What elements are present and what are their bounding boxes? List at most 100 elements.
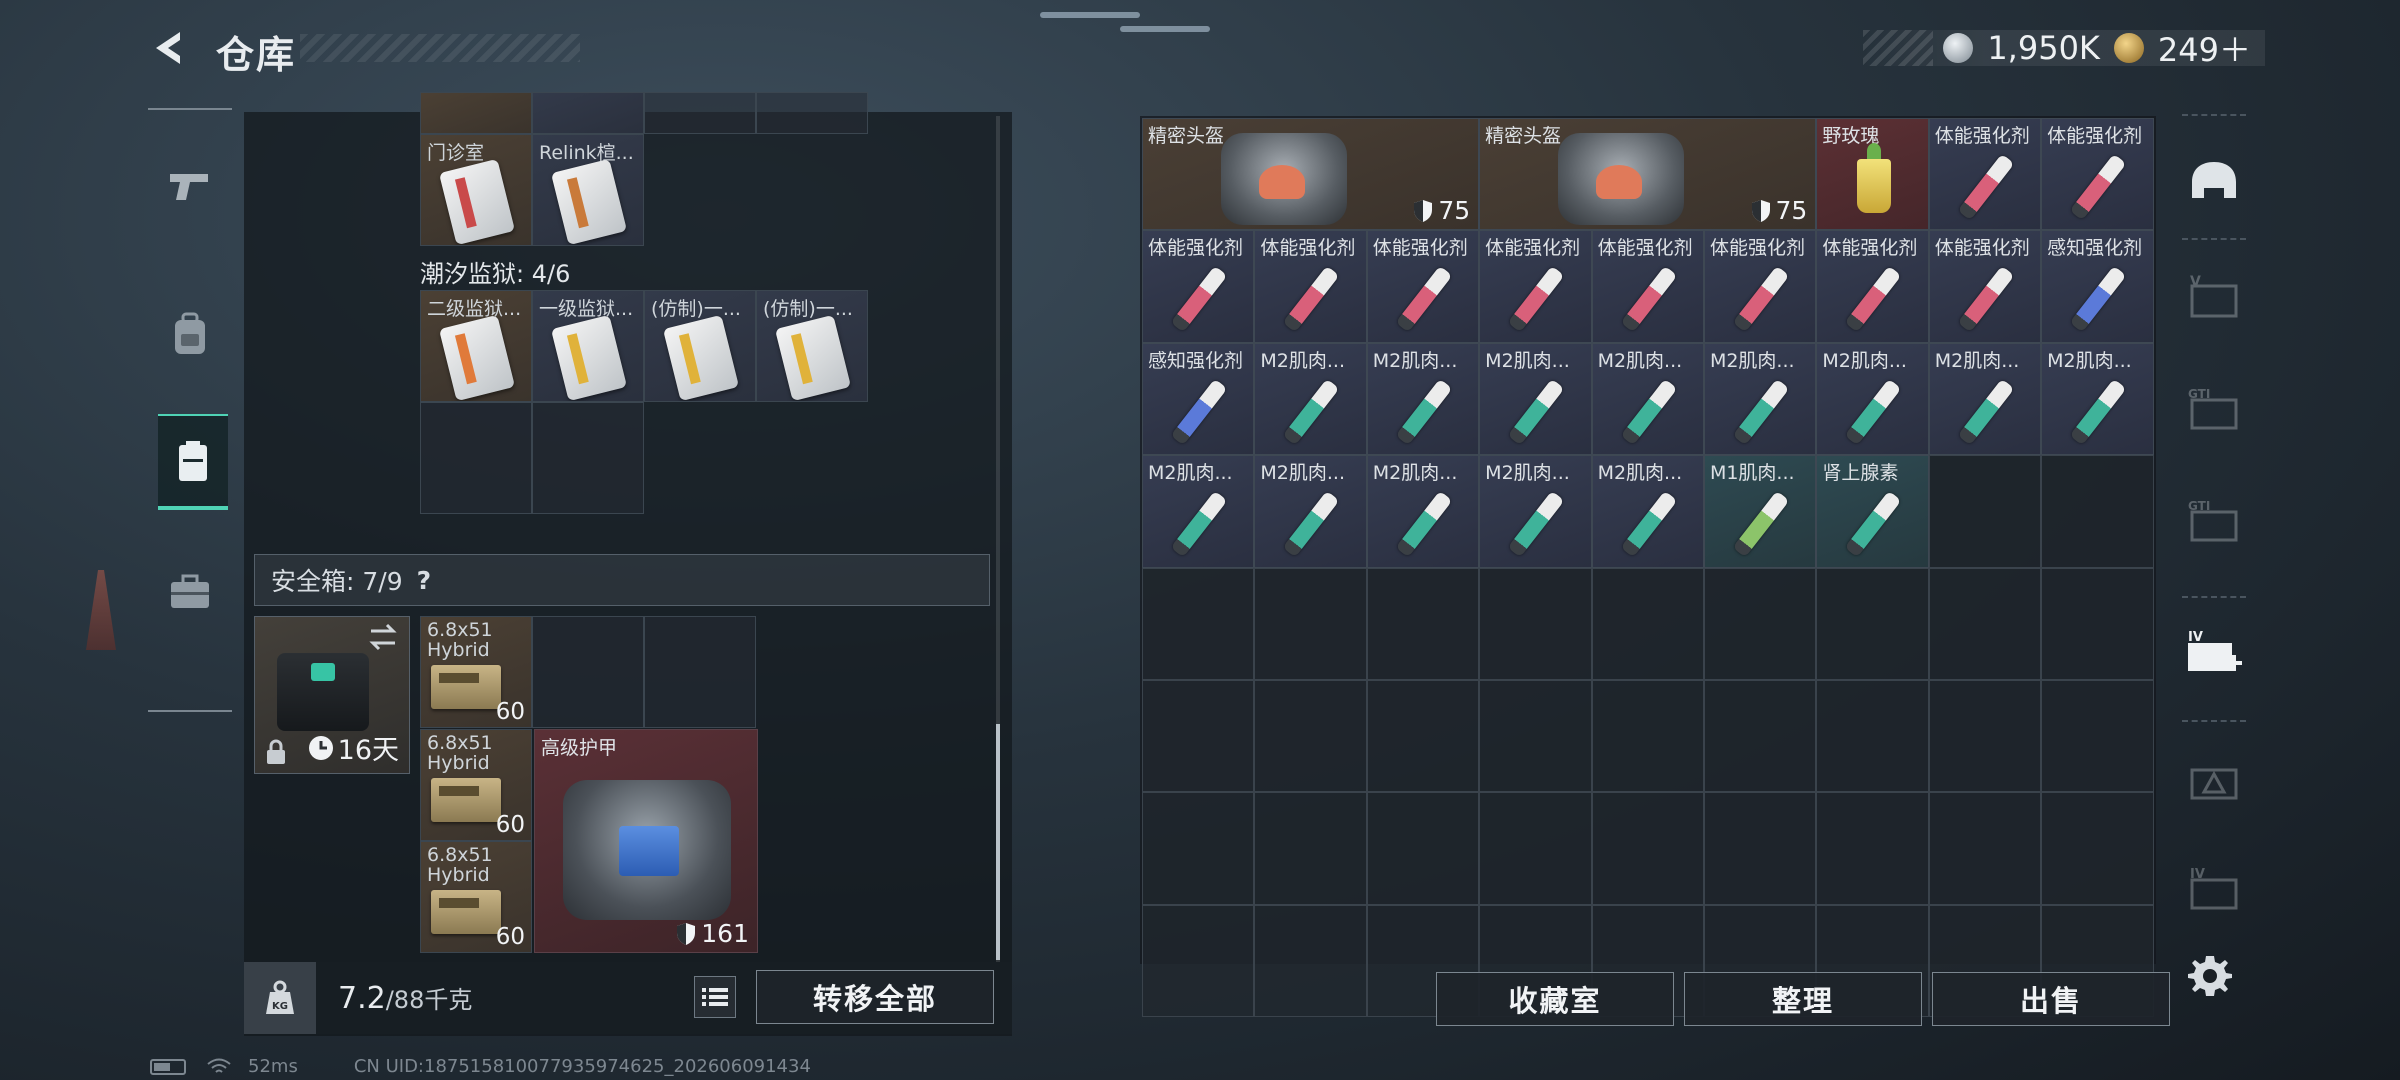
empty-slot[interactable] xyxy=(1816,792,1929,905)
rail-tab-iv[interactable]: IV xyxy=(2172,838,2256,942)
empty-slot[interactable] xyxy=(1479,792,1592,905)
keycard-slot[interactable]: (仿制)一... xyxy=(756,290,868,402)
sort-button[interactable]: 整理 xyxy=(1684,972,1922,1026)
empty-slot[interactable] xyxy=(532,616,644,728)
stash-item[interactable]: 体能强化剂 xyxy=(1928,230,2042,343)
stash-item[interactable]: 体能强化剂 xyxy=(1816,230,1929,343)
empty-slot[interactable] xyxy=(420,402,532,514)
empty-slot[interactable] xyxy=(1703,792,1817,905)
transfer-all-button[interactable]: 转移全部 xyxy=(756,970,994,1024)
empty-slot[interactable] xyxy=(2041,679,2154,793)
empty-slot[interactable] xyxy=(2041,567,2154,680)
stash-item[interactable]: M2肌肉... xyxy=(1591,455,1704,568)
stash-item[interactable]: M1肌肉... xyxy=(1703,455,1817,568)
empty-slot[interactable] xyxy=(1928,679,2042,793)
gold-balance[interactable]: 249＋ xyxy=(2158,25,2251,71)
stash-item[interactable]: M2肌肉... xyxy=(1816,342,1929,456)
stash-item[interactable]: M2肌肉... xyxy=(1479,455,1592,568)
empty-slot[interactable] xyxy=(1479,567,1592,680)
safe-box-container[interactable]: 16天 xyxy=(254,616,410,774)
keycard-slot[interactable]: (仿制)一... xyxy=(644,290,756,402)
stash-item[interactable]: M2肌肉... xyxy=(1142,455,1255,568)
keycard-slot[interactable]: 一级监狱... xyxy=(532,290,644,402)
item-slot[interactable] xyxy=(532,92,644,134)
rail-tab-helmet[interactable] xyxy=(2172,130,2256,234)
item-slot[interactable] xyxy=(420,92,532,134)
empty-slot[interactable] xyxy=(1479,679,1592,793)
empty-slot[interactable] xyxy=(1254,792,1367,905)
help-button[interactable]: ? xyxy=(417,566,432,595)
rail-tab-gti-2[interactable]: GTI xyxy=(2172,470,2256,574)
stash-item[interactable]: M2肌肉... xyxy=(1591,342,1704,456)
stash-item[interactable]: 体能强化剂 xyxy=(1591,230,1704,343)
empty-slot[interactable] xyxy=(1142,792,1255,905)
back-button[interactable] xyxy=(150,28,190,68)
empty-slot[interactable] xyxy=(1703,679,1817,793)
nav-item-backpack[interactable] xyxy=(148,286,232,382)
rail-tab-v[interactable]: V xyxy=(2172,246,2256,350)
collection-room-button[interactable]: 收藏室 xyxy=(1436,972,1674,1026)
stash-item[interactable]: 体能强化剂 xyxy=(1366,230,1480,343)
stash-item[interactable]: 野玫瑰 xyxy=(1816,118,1929,231)
nav-item-equipment[interactable] xyxy=(148,544,232,640)
empty-slot[interactable] xyxy=(1366,567,1480,680)
empty-slot[interactable] xyxy=(1142,904,1255,1018)
empty-slot[interactable] xyxy=(1254,567,1367,680)
keycard-slot[interactable]: 二级监狱... xyxy=(420,290,532,402)
empty-slot[interactable] xyxy=(1591,567,1704,680)
empty-slot[interactable] xyxy=(532,402,644,514)
stash-item[interactable]: M2肌肉... xyxy=(1928,342,2042,456)
empty-slot[interactable] xyxy=(1816,567,1929,680)
sell-button[interactable]: 出售 xyxy=(1932,972,2170,1026)
empty-slot[interactable] xyxy=(1928,792,2042,905)
keycard-slot[interactable]: 门诊室 xyxy=(420,134,532,246)
stash-item[interactable]: M2肌肉... xyxy=(2041,342,2154,456)
rail-tab-gti-3[interactable] xyxy=(2172,728,2256,832)
empty-slot[interactable] xyxy=(1254,679,1367,793)
ammo-slot[interactable]: 6.8x51 Hybrid 60 xyxy=(420,841,532,953)
empty-slot[interactable] xyxy=(1366,792,1480,905)
empty-slot[interactable] xyxy=(1928,567,2042,680)
empty-slot[interactable] xyxy=(1816,679,1929,793)
stash-item[interactable]: 体能强化剂 xyxy=(1479,230,1592,343)
ammo-slot[interactable]: 6.8x51 Hybrid 60 xyxy=(420,729,532,841)
rail-tab-iv-add[interactable]: IV xyxy=(2172,602,2256,706)
empty-slot[interactable] xyxy=(2041,455,2154,568)
stash-item[interactable]: 精密头盔 75 xyxy=(1479,118,1817,231)
stash-item[interactable]: 体能强化剂 xyxy=(1254,230,1367,343)
stash-item[interactable]: M2肌肉... xyxy=(1366,455,1480,568)
empty-slot[interactable] xyxy=(1928,455,2042,568)
empty-slot[interactable] xyxy=(1254,904,1367,1018)
stash-item[interactable]: 感知强化剂 xyxy=(2041,230,2154,343)
stash-item[interactable]: 体能强化剂 xyxy=(1142,230,1255,343)
empty-slot[interactable] xyxy=(644,616,756,728)
empty-slot[interactable] xyxy=(1142,679,1255,793)
stash-item[interactable]: M2肌肉... xyxy=(1254,342,1367,456)
stash-item[interactable]: 体能强化剂 xyxy=(2041,118,2154,231)
item-slot[interactable] xyxy=(756,92,868,134)
nav-item-storage[interactable] xyxy=(158,414,228,510)
empty-slot[interactable] xyxy=(1142,567,1255,680)
stash-item[interactable]: M2肌肉... xyxy=(1254,455,1367,568)
empty-slot[interactable] xyxy=(1591,679,1704,793)
ammo-slot[interactable]: 6.8x51 Hybrid 60 xyxy=(420,616,532,728)
settings-gear-icon[interactable] xyxy=(2186,952,2234,1000)
keycard-slot[interactable]: Relink楦... xyxy=(532,134,644,246)
stash-item[interactable]: M2肌肉... xyxy=(1479,342,1592,456)
swap-icon[interactable] xyxy=(367,623,399,651)
list-view-button[interactable] xyxy=(694,976,736,1018)
stash-item[interactable]: 体能强化剂 xyxy=(1703,230,1817,343)
scrollbar[interactable] xyxy=(996,116,1000,962)
stash-item[interactable]: M2肌肉... xyxy=(1703,342,1817,456)
stash-item[interactable]: 体能强化剂 xyxy=(1928,118,2042,231)
empty-slot[interactable] xyxy=(1366,679,1480,793)
stash-item[interactable]: M2肌肉... xyxy=(1366,342,1480,456)
empty-slot[interactable] xyxy=(2041,792,2154,905)
nav-item-weapons[interactable] xyxy=(148,138,232,234)
rail-tab-gti-1[interactable]: GTI xyxy=(2172,358,2256,462)
stash-item[interactable]: 感知强化剂 xyxy=(1142,342,1255,456)
item-slot[interactable] xyxy=(644,92,756,134)
stash-item[interactable]: 肾上腺素 xyxy=(1816,455,1929,568)
armor-slot[interactable]: 高级护甲 161 xyxy=(534,729,758,953)
empty-slot[interactable] xyxy=(1703,567,1817,680)
